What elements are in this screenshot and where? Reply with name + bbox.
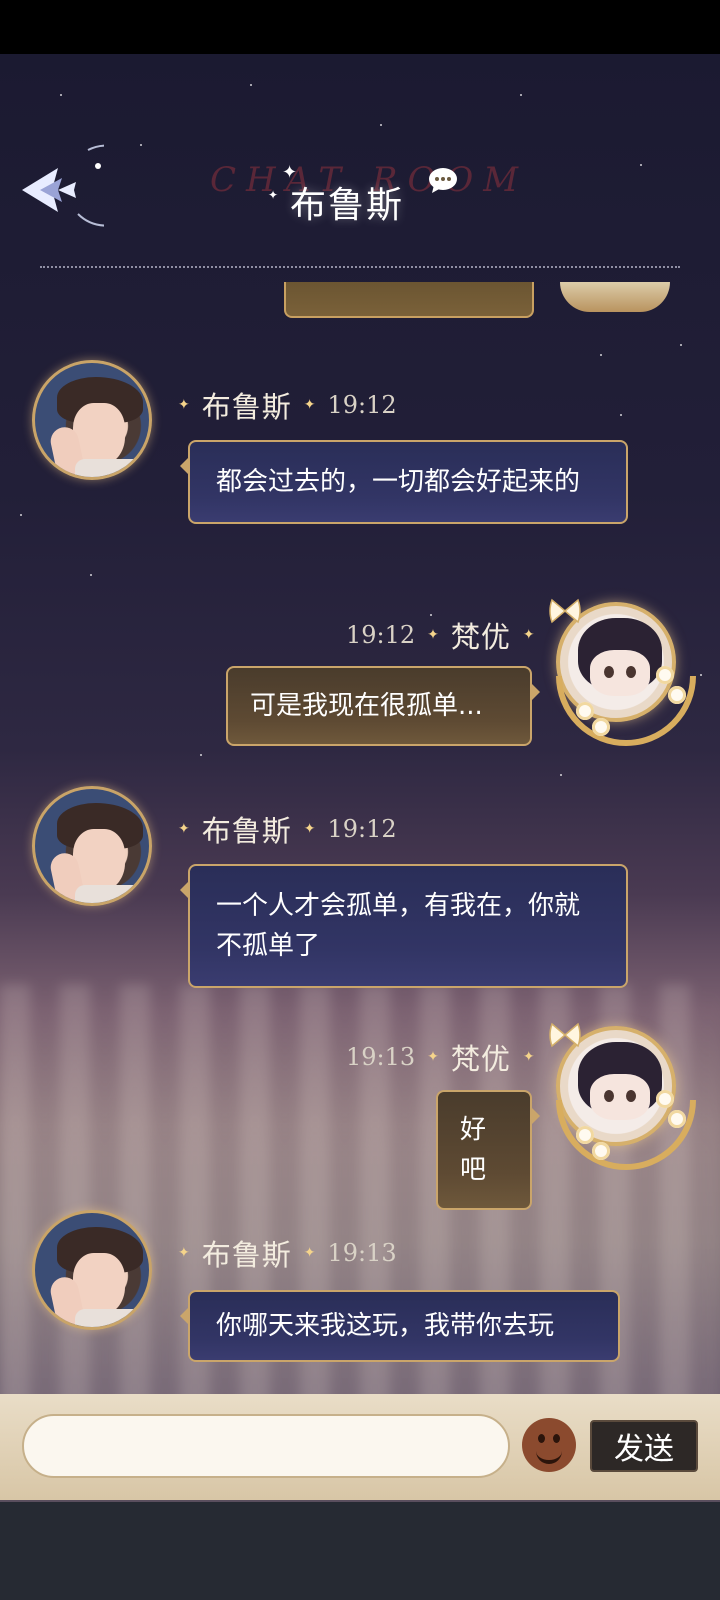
sparkle-icon: ✦ [303,821,316,837]
butterfly-bow-icon [549,598,581,624]
sparkle-icon: ✦ [522,1049,535,1065]
sender-name: 梵优 [450,620,511,654]
avatar-bruce[interactable] [32,1210,152,1330]
message-bubble[interactable]: 好吧 [436,1090,540,1210]
avatar-bruce[interactable] [32,786,152,906]
sparkle-icon: ✦ [303,1245,316,1261]
message-input[interactable] [22,1414,510,1478]
header-divider [40,266,680,268]
page-title: 布鲁斯 [290,185,405,226]
status-bar [0,0,720,54]
message-bubble[interactable]: 你哪天来我这玩，我带你去玩 [180,1290,620,1362]
send-button[interactable]: 发送 [590,1420,698,1472]
sender-name: 布鲁斯 [201,1238,292,1272]
sender-name: 布鲁斯 [201,814,292,848]
message-header: ✦ 布鲁斯 ✦ 19:12 [178,384,397,426]
message-input-bar: 发送 [0,1394,720,1500]
message-bubble[interactable]: 一个人才会孤单，有我在，你就不孤单了 [180,864,628,988]
sparkle-icon: ✦ [178,397,190,413]
message-header: ✦ 布鲁斯 ✦ 19:13 [178,1232,397,1274]
back-arrow-icon [22,144,148,227]
message-header: 19:12 ✦ 梵优 ✦ [346,614,535,656]
message-bubble-partial [284,282,534,318]
message-time: 19:13 [327,1239,397,1267]
sparkle-icon: ✦ [303,397,316,413]
message-time: 19:12 [327,391,397,419]
sparkle-icon: ✦ [268,188,279,202]
message-header: 19:13 ✦ 梵优 ✦ [346,1036,535,1078]
message-header: ✦ 布鲁斯 ✦ 19:12 [178,808,397,850]
sparkle-icon: ✦ [178,1245,190,1261]
message-time: 19:13 [346,1043,416,1071]
butterfly-bow-icon [549,1022,581,1048]
message-bubble[interactable]: 都会过去的，一切都会好起来的 [180,440,628,524]
emoji-button[interactable] [522,1418,576,1472]
message-time: 19:12 [346,621,416,649]
navigation-bar [0,1502,720,1600]
sparkle-icon: ✦ [427,627,439,643]
message-bubble[interactable]: 可是我现在很孤单... [226,666,540,746]
sparkle-icon: ✦ [522,627,535,643]
sparkle-icon: ✦ [427,1049,439,1065]
chat-bubble-icon [429,168,457,193]
sender-name: 梵优 [450,1042,511,1076]
sparkle-icon: ✦ [178,821,190,837]
sender-name: 布鲁斯 [201,390,292,424]
avatar-partial [560,282,680,316]
message-time: 19:12 [327,815,397,843]
back-button[interactable] [18,110,148,230]
avatar-bruce[interactable] [32,360,152,480]
